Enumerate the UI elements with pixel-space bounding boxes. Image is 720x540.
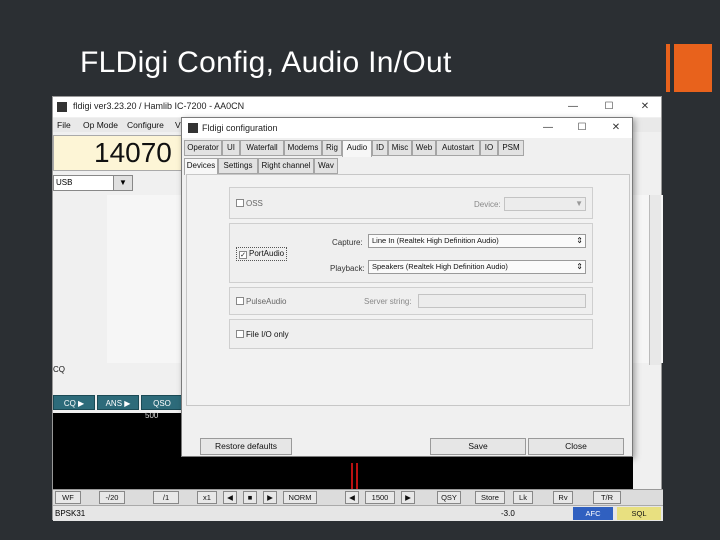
ref-level-button[interactable]: -/20	[99, 491, 125, 504]
menu-file[interactable]: File	[57, 120, 71, 130]
playback-combo[interactable]: Speakers (Realtek High Definition Audio)…	[368, 260, 586, 274]
tab-right-channel[interactable]: Right channel	[258, 158, 314, 174]
store-button[interactable]: Store	[475, 491, 505, 504]
dialog-maximize-button[interactable]: ☐	[572, 120, 592, 136]
pulseaudio-label: PulseAudio	[246, 297, 287, 306]
macro-cq-button[interactable]: CQ ▶	[53, 395, 95, 410]
main-tabs: Operator UI Waterfall Modems Rig Audio I…	[182, 140, 632, 157]
portaudio-group: ✓ PortAudio Capture: Line In (Realtek Hig…	[229, 223, 593, 283]
tab-ui[interactable]: UI	[222, 140, 240, 156]
tab-devices[interactable]: Devices	[184, 158, 218, 175]
oss-group: OSS Device: ▼	[229, 187, 593, 219]
pulseaudio-group: PulseAudio Server string:	[229, 287, 593, 315]
app-icon	[188, 123, 198, 133]
stop-icon[interactable]: ■	[243, 491, 257, 504]
restore-defaults-button[interactable]: Restore defaults	[200, 438, 292, 455]
dialog-close-button[interactable]: ✕	[606, 120, 626, 136]
fileio-label: File I/O only	[246, 330, 289, 339]
oss-label: OSS	[246, 199, 263, 208]
wf-button[interactable]: WF	[55, 491, 81, 504]
audio-freq-field[interactable]: 1500	[365, 491, 395, 504]
close-dialog-button[interactable]: Close	[528, 438, 624, 455]
server-string-field[interactable]	[418, 294, 586, 308]
oss-device-combo[interactable]: ▼	[504, 197, 586, 211]
devices-panel: OSS Device: ▼ ✓ PortAudio Capture: Line I…	[186, 174, 630, 406]
tx-label: CQ	[53, 365, 65, 374]
tab-misc[interactable]: Misc	[388, 140, 412, 156]
tab-wav[interactable]: Wav	[314, 158, 338, 174]
sql-toggle[interactable]: SQL	[617, 507, 661, 520]
norm-button[interactable]: NORM	[283, 491, 317, 504]
slide-title: FLDigi Config, Audio In/Out	[80, 46, 452, 79]
playback-label: Playback:	[330, 264, 365, 273]
tab-autostart[interactable]: Autostart	[436, 140, 480, 156]
tab-psm[interactable]: PSM	[498, 140, 524, 156]
chevron-down-icon: ▼	[575, 199, 583, 208]
dialog-title: Fldigi configuration	[202, 123, 278, 133]
slide: FLDigi Config, Audio In/Out fldigi ver3.…	[0, 0, 720, 540]
save-button[interactable]: Save	[430, 438, 526, 455]
dialog-titlebar: Fldigi configuration — ☐ ✕	[182, 118, 632, 138]
menu-op-mode[interactable]: Op Mode	[83, 120, 118, 130]
capture-combo[interactable]: Line In (Realtek High Definition Audio) ⇕	[368, 234, 586, 248]
waterfall-cursor-2	[356, 463, 358, 489]
updown-icon: ⇕	[576, 262, 583, 271]
audio-subtabs: Devices Settings Right channel Wav	[182, 158, 632, 175]
lock-button[interactable]: Lk	[513, 491, 533, 504]
tab-settings[interactable]: Settings	[218, 158, 258, 174]
frequency-display[interactable]: 14070	[53, 135, 183, 171]
left-arrow-icon[interactable]: ◀	[223, 491, 237, 504]
tab-modems[interactable]: Modems	[284, 140, 322, 156]
macro-ans-button[interactable]: ANS ▶	[97, 395, 139, 410]
tr-button[interactable]: T/R	[593, 491, 621, 504]
waterfall-marker: 500	[145, 411, 159, 420]
oss-checkbox[interactable]: OSS	[236, 199, 263, 208]
accent-block	[674, 44, 712, 92]
close-button[interactable]: ✕	[635, 99, 655, 115]
tab-operator[interactable]: Operator	[184, 140, 222, 156]
macro-row: CQ ▶ ANS ▶ QSO	[53, 395, 183, 411]
tab-rig[interactable]: Rig	[322, 140, 342, 156]
freq-up-icon[interactable]: ▶	[401, 491, 415, 504]
freq-down-icon[interactable]: ◀	[345, 491, 359, 504]
server-string-label: Server string:	[364, 297, 412, 306]
menu-view[interactable]: V	[175, 120, 181, 130]
fileio-group: File I/O only	[229, 319, 593, 349]
tab-io[interactable]: IO	[480, 140, 498, 156]
qsy-button[interactable]: QSY	[437, 491, 461, 504]
tab-id[interactable]: ID	[372, 140, 388, 156]
chevron-down-icon[interactable]: ▼	[113, 175, 133, 191]
updown-icon: ⇕	[576, 236, 583, 245]
accent-bar	[666, 44, 670, 92]
config-dialog: Fldigi configuration — ☐ ✕ Operator UI W…	[181, 117, 633, 457]
minimize-button[interactable]: —	[563, 99, 583, 115]
tab-waterfall[interactable]: Waterfall	[240, 140, 284, 156]
dialog-minimize-button[interactable]: —	[538, 120, 558, 136]
portaudio-checkbox[interactable]: ✓ PortAudio	[236, 247, 288, 261]
tab-web[interactable]: Web	[412, 140, 436, 156]
pulseaudio-checkbox[interactable]: PulseAudio	[236, 297, 286, 306]
menu-configure[interactable]: Configure	[127, 120, 164, 130]
bottom-toolbar: WF -/20 /1 x1 ◀ ■ ▶ NORM ◀ 1500 ▶ QSY St…	[53, 489, 663, 505]
fileio-checkbox[interactable]: File I/O only	[236, 330, 289, 339]
capture-label: Capture:	[332, 238, 363, 247]
reverse-button[interactable]: Rv	[553, 491, 573, 504]
maximize-button[interactable]: ☐	[599, 99, 619, 115]
range-button[interactable]: /1	[153, 491, 179, 504]
tab-audio[interactable]: Audio	[342, 140, 372, 157]
level-value: -3.0	[501, 509, 515, 518]
device-label: Device:	[474, 200, 501, 209]
mode-status: BPSK31	[55, 509, 86, 518]
status-bar: BPSK31 -3.0 AFC SQL	[53, 505, 663, 521]
waterfall-cursor	[351, 463, 353, 489]
app-icon	[57, 102, 67, 112]
afc-toggle[interactable]: AFC	[573, 507, 613, 520]
main-titlebar: fldigi ver3.23.20 / Hamlib IC-7200 - AA0…	[53, 97, 661, 117]
main-window-title: fldigi ver3.23.20 / Hamlib IC-7200 - AA0…	[73, 101, 245, 111]
rx-scrollbar[interactable]	[649, 195, 661, 365]
macro-qso-button[interactable]: QSO	[141, 395, 183, 410]
portaudio-label: PortAudio	[249, 249, 285, 258]
right-arrow-icon[interactable]: ▶	[263, 491, 277, 504]
zoom-button[interactable]: x1	[197, 491, 217, 504]
